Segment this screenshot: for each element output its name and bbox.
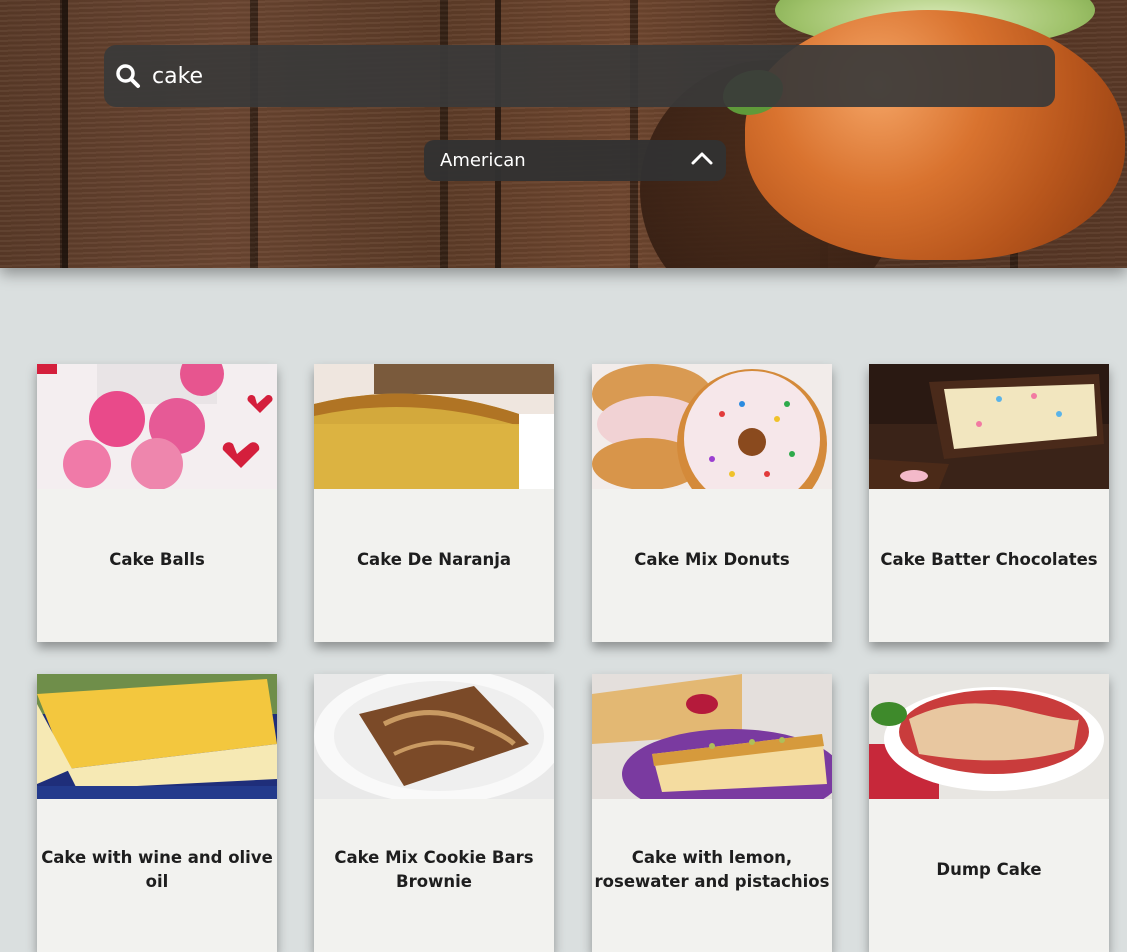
recipe-card[interactable]: Cake De Naranja bbox=[314, 364, 554, 642]
recipe-title: Dump Cake bbox=[936, 859, 1042, 879]
recipe-card[interactable]: Cake Balls bbox=[37, 364, 277, 642]
recipe-card[interactable]: Cake with lemon, rosewater and pistachio… bbox=[592, 674, 832, 952]
recipe-card[interactable]: Cake Mix Donuts bbox=[592, 364, 832, 642]
recipe-title: Cake with wine and olive oil bbox=[41, 847, 273, 891]
recipe-image bbox=[869, 674, 1109, 799]
recipe-title: Cake Balls bbox=[109, 549, 205, 569]
recipe-title: Cake Mix Donuts bbox=[634, 549, 790, 569]
recipe-image bbox=[314, 674, 554, 799]
recipe-image bbox=[37, 364, 277, 489]
recipe-image bbox=[37, 674, 277, 799]
recipe-title: Cake De Naranja bbox=[356, 549, 512, 569]
recipe-card[interactable]: Cake Mix Cookie Bars Brownie bbox=[314, 674, 554, 952]
recipe-image bbox=[869, 364, 1109, 489]
recipe-image bbox=[314, 364, 554, 489]
recipe-image bbox=[592, 674, 832, 799]
recipe-card[interactable]: Dump Cake bbox=[869, 674, 1109, 952]
recipe-title: Cake with lemon, rosewater and pistachio… bbox=[594, 847, 830, 891]
recipe-card[interactable]: Cake with wine and olive oil bbox=[37, 674, 277, 952]
recipe-card[interactable]: Cake Batter Chocolates bbox=[869, 364, 1109, 642]
recipe-title: Cake Mix Cookie Bars Brownie bbox=[334, 847, 534, 891]
recipe-image bbox=[592, 364, 832, 489]
recipe-title: Cake Batter Chocolates bbox=[880, 549, 1098, 569]
recipe-grid: Cake Balls Cake De Naranja Cake Mix Donu… bbox=[0, 0, 1127, 952]
